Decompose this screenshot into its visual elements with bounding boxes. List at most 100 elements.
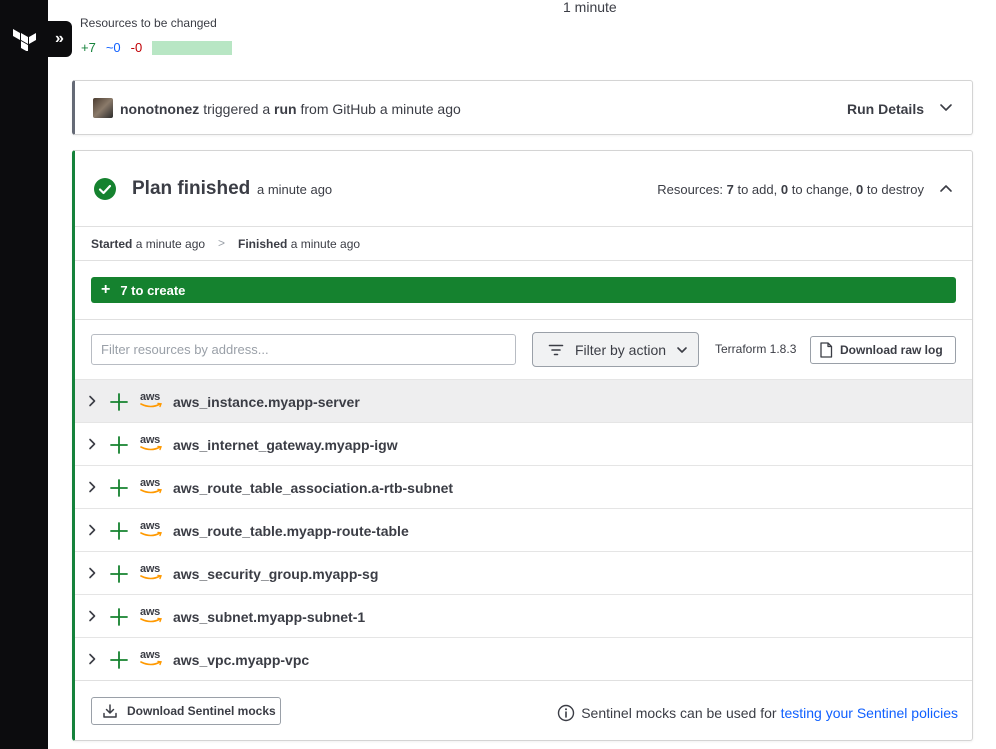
file-icon [820, 342, 833, 358]
resources-label: Resources: [657, 182, 723, 197]
trigger-user[interactable]: nonotnonez [120, 101, 199, 117]
aws-smile-icon [140, 445, 162, 451]
destroy-count: -0 [130, 40, 143, 55]
info-icon [558, 704, 575, 722]
resource-address: aws_security_group.myapp-sg [173, 566, 379, 582]
resource-address: aws_internet_gateway.myapp-igw [173, 437, 398, 453]
plus-icon [110, 651, 128, 669]
plus-icon [110, 565, 128, 583]
resource-address: aws_subnet.myapp-subnet-1 [173, 609, 366, 625]
resource-row[interactable]: aws aws_subnet.myapp-subnet-1 [75, 594, 972, 637]
change-number: 0 [780, 182, 789, 197]
plan-resources-summary: Resources: 7 to add, 0 to change, 0 to d… [657, 182, 924, 197]
timeline-separator: > [218, 236, 226, 250]
filter-toolbar: Filter by action Terraform 1.8.3 Downloa… [75, 320, 972, 379]
add-number: 7 [726, 182, 734, 197]
chevron-right-icon[interactable] [87, 438, 97, 450]
aws-provider-icon: aws [140, 563, 164, 583]
check-circle-icon [94, 178, 116, 200]
aws-provider-icon: aws [140, 520, 164, 540]
chevron-right-icon[interactable] [87, 481, 97, 493]
resource-row[interactable]: aws aws_security_group.myapp-sg [75, 551, 972, 594]
run-trigger-card: nonotnonez triggered a run from GitHub a… [72, 80, 973, 135]
aws-provider-icon: aws [140, 477, 164, 497]
run-word: run [274, 101, 297, 117]
plan-timeline: Started a minute ago > Finished a minute… [75, 227, 972, 261]
double-chevron-right-icon: » [55, 30, 64, 47]
download-raw-log-button[interactable]: Download raw log [810, 336, 956, 364]
aws-smile-icon [140, 402, 162, 408]
resource-row[interactable]: aws aws_internet_gateway.myapp-igw [75, 422, 972, 465]
chevron-down-icon [677, 346, 687, 353]
finished-time: a minute ago [290, 237, 361, 251]
plan-card: Plan finished a minute ago Resources: 7 … [72, 150, 973, 741]
resource-row[interactable]: aws aws_vpc.myapp-vpc [75, 637, 972, 680]
resource-address: aws_vpc.myapp-vpc [173, 652, 310, 668]
trigger-verb: triggered a [203, 101, 271, 117]
finished-label: Finished [238, 237, 288, 251]
resource-address: aws_route_table_association.a-rtb-subnet [173, 480, 454, 496]
terraform-logo-icon[interactable] [13, 27, 37, 51]
run-details-button[interactable]: Run Details [847, 101, 924, 117]
download-sentinel-mocks-button[interactable]: Download Sentinel mocks [91, 697, 281, 725]
aws-smile-icon [140, 617, 162, 623]
resource-list: aws aws_instance.myapp-server aws aws_inter… [75, 379, 972, 680]
plan-time-ago: a minute ago [257, 182, 333, 197]
add-text: to add, [737, 182, 778, 197]
sentinel-info-note: Sentinel mocks can be used for testing y… [557, 704, 958, 722]
chevron-right-icon[interactable] [87, 610, 97, 622]
chevron-up-icon[interactable] [938, 181, 954, 197]
plus-icon [110, 393, 128, 411]
started-time: a minute ago [135, 237, 206, 251]
resource-row[interactable]: aws aws_instance.myapp-server [75, 379, 972, 422]
resources-to-change-label: Resources to be changed [80, 16, 217, 30]
change-count: ~0 [105, 40, 121, 55]
filter-by-action-label: Filter by action [575, 341, 667, 358]
destroy-number: 0 [856, 182, 864, 197]
aws-smile-icon [140, 660, 162, 666]
to-create-label: 7 to create [120, 282, 186, 298]
download-sentinel-mocks-label: Download Sentinel mocks [127, 704, 276, 718]
resource-row[interactable]: aws aws_route_table.myapp-route-table [75, 508, 972, 551]
chevron-right-icon[interactable] [87, 653, 97, 665]
download-raw-log-label: Download raw log [840, 343, 943, 357]
to-create-bar[interactable]: + 7 to create [91, 277, 956, 303]
plus-icon: + [101, 281, 111, 298]
aws-provider-icon: aws [140, 391, 164, 411]
aws-provider-icon: aws [140, 649, 164, 669]
chevron-down-icon[interactable] [938, 99, 954, 115]
aws-smile-icon [140, 531, 162, 537]
trigger-description: nonotnonez triggered a run from GitHub a… [120, 101, 461, 117]
plan-header[interactable]: Plan finished a minute ago Resources: 7 … [75, 151, 972, 227]
aws-smile-icon [140, 574, 162, 580]
avatar [93, 98, 113, 118]
plan-title: Plan finished [132, 178, 251, 199]
change-counts: +7 ~0 -0 [81, 40, 233, 55]
run-duration: 1 minute [563, 0, 617, 15]
add-count: +7 [81, 40, 96, 55]
sentinel-policies-link[interactable]: testing your Sentinel policies [781, 705, 958, 721]
resource-row[interactable]: aws aws_route_table_association.a-rtb-sub… [75, 465, 972, 508]
sentinel-note-text: Sentinel mocks can be used for [581, 705, 777, 721]
started-label: Started [91, 237, 133, 251]
filter-icon [548, 344, 564, 355]
create-summary-area: + 7 to create [75, 261, 972, 320]
resource-address: aws_route_table.myapp-route-table [173, 523, 409, 539]
chevron-right-icon[interactable] [87, 524, 97, 536]
plan-footer: Download Sentinel mocks Sentinel mocks c… [75, 680, 972, 740]
filter-by-action-dropdown[interactable]: Filter by action [532, 332, 699, 367]
filter-resources-input[interactable] [91, 334, 516, 365]
plus-icon [110, 522, 128, 540]
resource-address: aws_instance.myapp-server [173, 394, 360, 410]
aws-provider-icon: aws [140, 606, 164, 626]
plus-icon [110, 436, 128, 454]
expand-sidebar-button[interactable]: » [47, 21, 72, 57]
chevron-right-icon[interactable] [87, 395, 97, 407]
plus-icon [110, 608, 128, 626]
aws-smile-icon [140, 488, 162, 494]
chevron-right-icon[interactable] [87, 567, 97, 579]
change-text: to change, [791, 182, 853, 197]
terraform-version: Terraform 1.8.3 [715, 342, 797, 356]
change-ratio-bar [152, 40, 233, 55]
started-info: Started a minute ago [91, 237, 205, 251]
